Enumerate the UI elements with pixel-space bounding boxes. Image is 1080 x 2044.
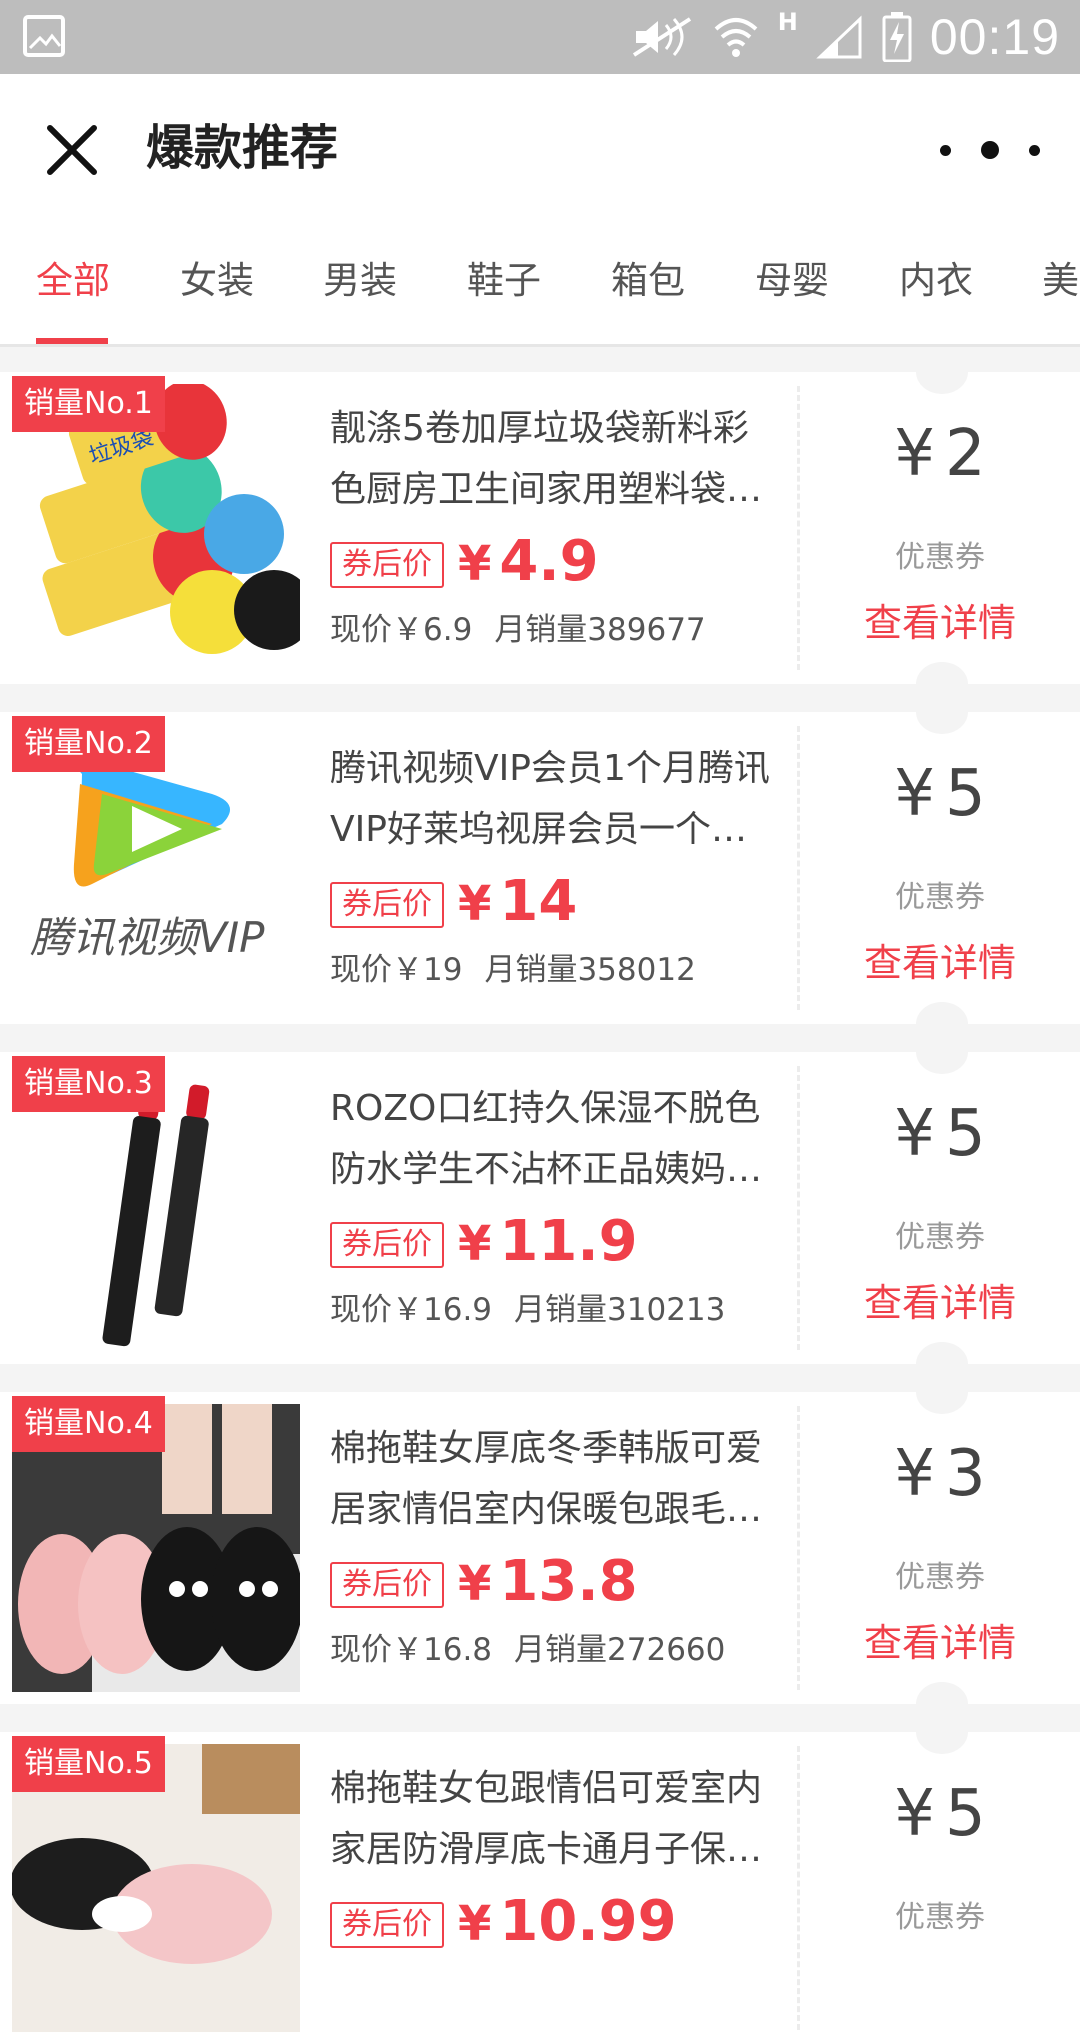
active-tab-indicator (36, 338, 108, 344)
coupon-label: 优惠券 (895, 1900, 985, 1935)
rank-badge: 销量No.1 (12, 376, 165, 432)
rank-badge: 销量No.2 (12, 716, 165, 772)
coupon-label: 优惠券 (895, 880, 985, 915)
tab-baby[interactable]: 母婴 (755, 222, 829, 344)
coupon-price-tag: 券后价 (330, 1562, 444, 1608)
product-card[interactable]: 销量No.5 棉拖鞋女包跟情侣可爱室内 家居防滑厚底卡通月子保… 券后价 ¥10… (0, 1710, 1080, 2044)
gallery-icon (22, 14, 66, 58)
product-title: 棉拖鞋女厚底冬季韩版可爱 居家情侣室内保暖包跟毛… (330, 1428, 763, 1530)
coupon-label: 优惠券 (895, 1220, 985, 1255)
tab-all[interactable]: 全部 (36, 222, 110, 344)
category-tabs: 全部 女装 男装 鞋子 箱包 母婴 内衣 美 (0, 222, 1080, 347)
product-card[interactable]: 垃圾袋 销量No.1 靓涤5卷加厚垃圾袋新料彩 色厨房卫生间家用塑料袋… 券后价… (0, 350, 1080, 706)
tab-bags[interactable]: 箱包 (611, 222, 685, 344)
coupon-amount: ¥5 (894, 757, 986, 831)
h-signal-icon: H (777, 8, 798, 36)
status-time: 00:19 (929, 9, 1060, 65)
product-title: 腾讯视频VIP会员1个月腾讯 VIP好莱坞视屏会员一个… (330, 748, 770, 850)
product-card[interactable]: 销量No.3 ROZO口红持久保湿不脱色 防水学生不沾杯正品姨妈… 券后价 ¥1… (0, 1030, 1080, 1386)
coupon-price-tag: 券后价 (330, 542, 444, 588)
tab-womens[interactable]: 女装 (180, 222, 254, 344)
product-title: 棉拖鞋女包跟情侣可爱室内 家居防滑厚底卡通月子保… (330, 1768, 763, 1870)
product-title: ROZO口红持久保湿不脱色 防水学生不沾杯正品姨妈… (330, 1088, 763, 1190)
wifi-icon (712, 13, 760, 61)
price-meta: 现价￥6.9 月销量389677 (330, 612, 706, 648)
view-details-button[interactable]: 查看详情 (800, 932, 1080, 987)
coupon-label: 优惠券 (895, 540, 985, 575)
coupon-price-tag: 券后价 (330, 1222, 444, 1268)
price-meta: 现价￥16.9 月销量310213 (330, 1292, 726, 1328)
product-card[interactable]: 销量No.4 棉拖鞋女厚底冬季韩版可爱 居家情侣室内保暖包跟毛… 券后价 ¥13… (0, 1370, 1080, 1726)
tab-underwear[interactable]: 内衣 (899, 222, 973, 344)
product-title: 靓涤5卷加厚垃圾袋新料彩 色厨房卫生间家用塑料袋… (330, 408, 763, 510)
battery-charging-icon (882, 12, 912, 62)
mute-icon (632, 15, 694, 59)
price-meta: 现价￥19 月销量358012 (330, 952, 696, 988)
coupon-amount: ¥5 (894, 1097, 986, 1171)
rank-badge: 销量No.5 (12, 1736, 165, 1792)
close-icon[interactable] (40, 118, 104, 182)
coupon-amount: ¥2 (894, 417, 986, 491)
status-bar: H 00:19 (0, 0, 1080, 74)
view-details-button[interactable]: 查看详情 (800, 1272, 1080, 1327)
tab-shoes[interactable]: 鞋子 (467, 222, 541, 344)
product-card[interactable]: 腾讯视频VIP 销量No.2 腾讯视频VIP会员1个月腾讯 VIP好莱坞视屏会员… (0, 690, 1080, 1046)
product-image-text: 腾讯视频VIP (30, 913, 265, 962)
after-coupon-price: ¥14 (458, 869, 578, 934)
coupon-price-tag: 券后价 (330, 1902, 444, 1948)
rank-badge: 销量No.4 (12, 1396, 165, 1452)
coupon-amount: ¥3 (894, 1437, 986, 1511)
tab-beauty[interactable]: 美 (1042, 222, 1079, 344)
after-coupon-price: ¥4.9 (458, 529, 599, 594)
page-title: 爆款推荐 (146, 120, 339, 176)
coupon-amount: ¥5 (894, 1777, 986, 1851)
after-coupon-price: ¥13.8 (458, 1549, 638, 1614)
after-coupon-price: ¥10.99 (458, 1889, 677, 1954)
rank-badge: 销量No.3 (12, 1056, 165, 1112)
price-meta: 现价￥16.8 月销量272660 (330, 1632, 726, 1668)
view-details-button[interactable]: 查看详情 (800, 1612, 1080, 1667)
tab-mens[interactable]: 男装 (323, 222, 397, 344)
more-icon[interactable] (940, 130, 1040, 170)
coupon-price-tag: 券后价 (330, 882, 444, 928)
view-details-button[interactable]: 查看详情 (800, 592, 1080, 647)
signal-icon (816, 15, 864, 59)
after-coupon-price: ¥11.9 (458, 1209, 638, 1274)
coupon-label: 优惠券 (895, 1560, 985, 1595)
title-bar: 爆款推荐 (0, 74, 1080, 222)
